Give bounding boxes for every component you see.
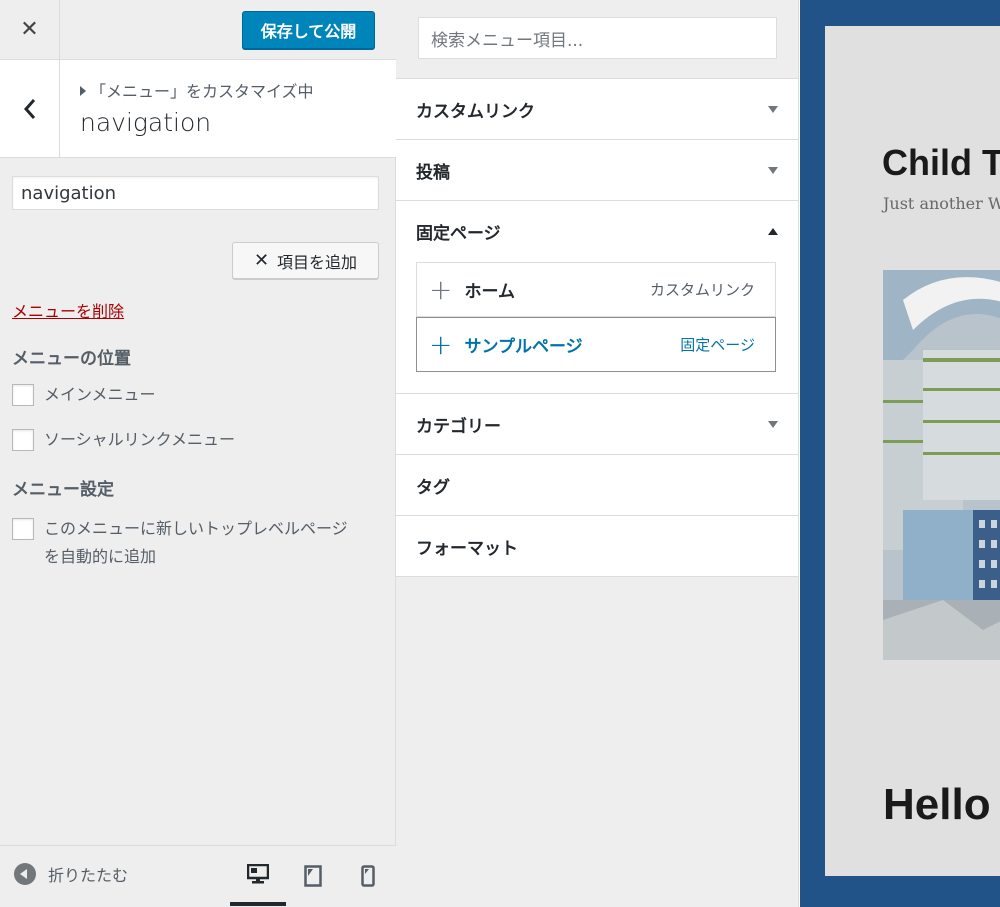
accordion-title: フォーマット — [396, 516, 798, 576]
item-title-text: ホーム — [464, 282, 515, 302]
section-header: 「メニュー」をカスタマイズ中 navigation — [0, 60, 396, 158]
accordion-title: タグ — [396, 455, 798, 515]
breadcrumb-text: 「メニュー」をカスタマイズ中 — [90, 82, 314, 101]
accordion-title: 投稿 — [396, 140, 798, 200]
location-label: メインメニュー — [44, 385, 156, 404]
main-menu-checkbox[interactable] — [12, 384, 34, 406]
accordion-label: カテゴリー — [416, 416, 501, 437]
auto-add-label-line: このメニューに新しいトップレベルページ — [44, 519, 348, 538]
accordion-label: 固定ページ — [416, 223, 501, 244]
item-title: + サンプルページ — [429, 327, 583, 361]
site-title: Child T — [882, 142, 1000, 183]
delete-menu-link[interactable]: メニューを削除 — [12, 298, 124, 322]
item-type: カスタムリンク — [649, 281, 755, 299]
section-title: navigation — [80, 108, 212, 137]
add-page-item-home[interactable]: + ホーム カスタムリンク — [416, 262, 776, 317]
available-menu-items-panel: 検索メニュー項目... カスタムリンク 投稿 固定ページ + ホーム カスタムリ… — [396, 0, 799, 907]
chevron-left-icon — [23, 98, 35, 119]
caret-right-icon — [80, 86, 86, 96]
location-option: ソーシャルリンクメニュー — [12, 426, 235, 454]
plus-icon: + — [429, 272, 453, 306]
mobile-icon — [361, 865, 375, 887]
auto-add-option: このメニューに新しいトップレベルページ を自動的に追加 — [12, 515, 348, 571]
collapse-arrow-icon — [14, 863, 36, 885]
menu-locations-heading: メニューの位置 — [12, 349, 131, 369]
auto-add-label-line: を自動的に追加 — [44, 547, 157, 566]
add-items-label: 項目を追加 — [277, 252, 358, 272]
location-option: メインメニュー — [12, 381, 156, 409]
arrow-down-icon — [768, 105, 778, 113]
save-publish-button[interactable]: 保存して公開 — [242, 11, 375, 49]
accordion-label: フォーマット — [416, 538, 518, 559]
plus-icon: + — [429, 327, 453, 361]
customizer-sidebar: ✕ 保存して公開 「メニュー」をカスタマイズ中 navigation ✕ 項目を… — [0, 0, 396, 907]
location-label: ソーシャルリンクメニュー — [44, 430, 236, 449]
site-preview-frame: Child T Just another W Hello — [800, 0, 1000, 907]
customizer-footer: 折りたたむ — [0, 845, 396, 907]
accordion-label: カスタムリンク — [416, 101, 535, 122]
desktop-icon — [247, 864, 269, 884]
breadcrumb: 「メニュー」をカスタマイズ中 — [80, 78, 314, 102]
close-icon: ✕ — [253, 250, 270, 271]
auto-add-label: このメニューに新しいトップレベルページ を自動的に追加 — [44, 515, 348, 571]
accordion-pages: 固定ページ + ホーム カスタムリンク + サンプルページ 固定ページ — [396, 200, 798, 394]
item-title: + ホーム — [429, 272, 515, 306]
accordion-label: 投稿 — [416, 162, 450, 183]
social-menu-checkbox[interactable] — [12, 429, 34, 451]
preview-tablet-button[interactable] — [285, 846, 341, 906]
header-image — [883, 270, 1000, 660]
customizer-header: ✕ 保存して公開 — [0, 0, 396, 60]
accordion-title: カテゴリー — [396, 394, 798, 454]
accordion-categories[interactable]: カテゴリー — [396, 393, 798, 455]
preview-desktop-button[interactable] — [230, 846, 286, 906]
accordion-posts[interactable]: 投稿 — [396, 139, 798, 201]
accordion-tags[interactable]: タグ — [396, 454, 798, 516]
add-page-item-sample[interactable]: + サンプルページ 固定ページ — [416, 317, 776, 372]
accordion-formats[interactable]: フォーマット — [396, 515, 798, 577]
collapse-label: 折りたたむ — [48, 866, 129, 885]
accordion-label: タグ — [416, 477, 450, 498]
add-items-button[interactable]: ✕ 項目を追加 — [232, 242, 379, 279]
close-customizer-button[interactable]: ✕ — [0, 0, 60, 59]
menu-settings-heading: メニュー設定 — [12, 480, 114, 500]
item-title-text: サンプルページ — [464, 337, 583, 357]
arrow-up-icon — [768, 227, 778, 235]
preview-mobile-button[interactable] — [340, 846, 396, 906]
accordion-title[interactable]: 固定ページ — [396, 201, 798, 261]
site-preview: Child T Just another W Hello — [825, 26, 1000, 876]
post-title: Hello — [883, 780, 991, 829]
item-type: 固定ページ — [680, 336, 755, 354]
back-button[interactable] — [0, 60, 60, 157]
tablet-icon — [304, 865, 322, 887]
arrow-down-icon — [768, 166, 778, 174]
arrow-down-icon — [768, 420, 778, 428]
accordion-title: カスタムリンク — [396, 79, 798, 139]
menu-items-search-input[interactable]: 検索メニュー項目... — [418, 17, 777, 59]
auto-add-pages-checkbox[interactable] — [12, 518, 34, 540]
menu-name-input[interactable] — [12, 176, 379, 210]
collapse-sidebar-button[interactable]: 折りたたむ — [14, 862, 128, 886]
accordion-custom-links[interactable]: カスタムリンク — [396, 78, 798, 140]
site-tagline: Just another W — [883, 194, 1000, 213]
